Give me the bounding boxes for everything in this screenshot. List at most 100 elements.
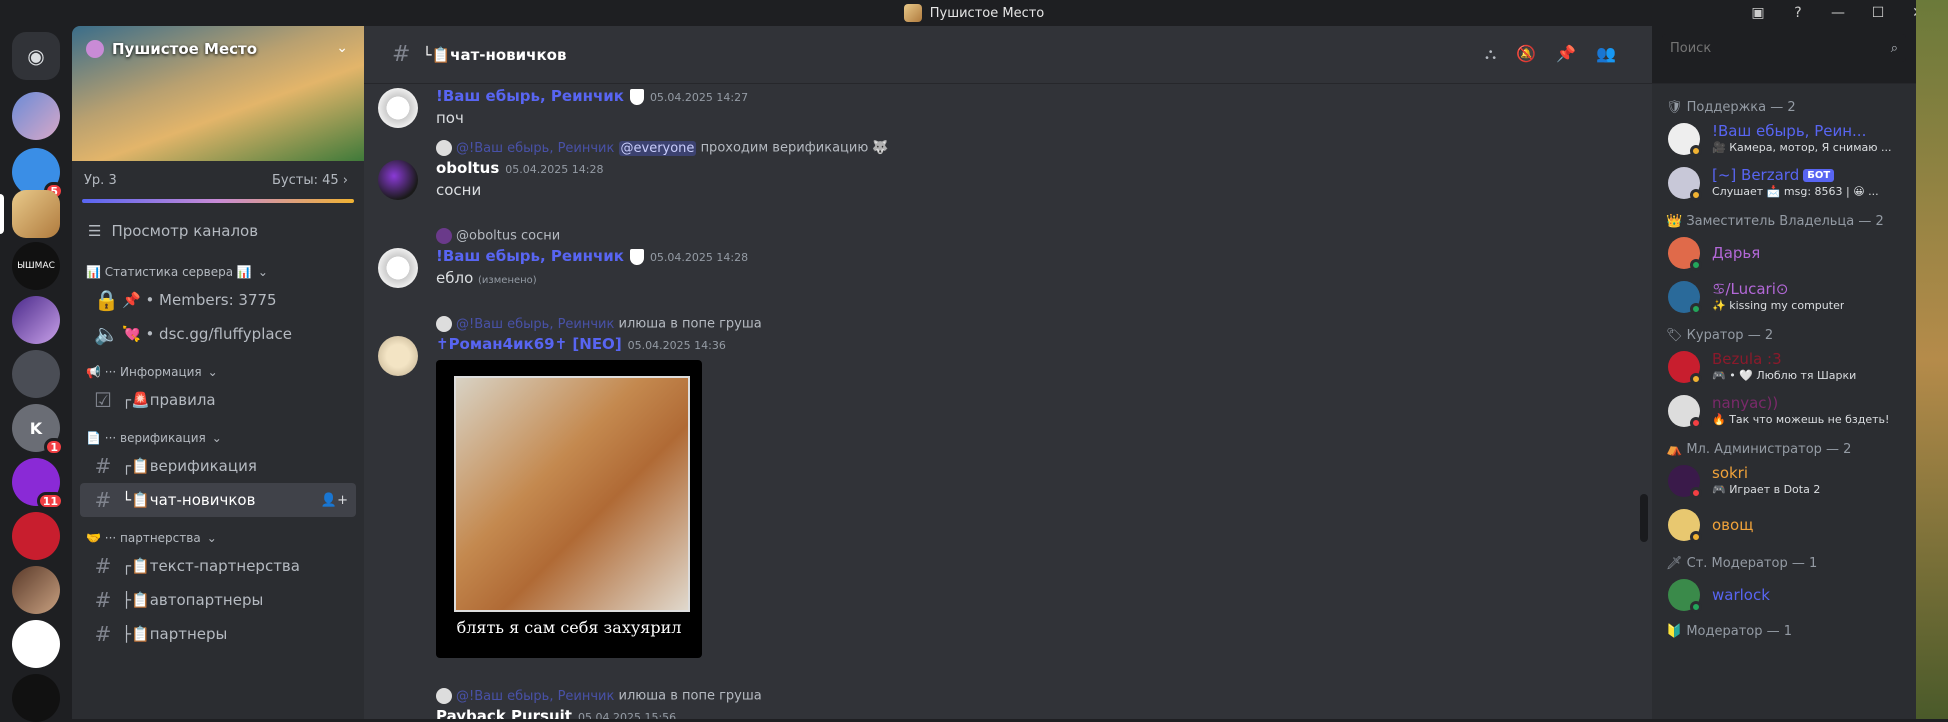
category-info[interactable]: 📢 ··· Информация ⌄: [72, 351, 364, 383]
header-toolbar: ⛬ 🔕 📌 👥: [1485, 44, 1616, 64]
server-list: ◉ 5 ЫШМАС K1 11: [0, 26, 72, 722]
server-banner[interactable]: Пушистое Место ⌄: [72, 26, 364, 161]
username[interactable]: oboltus: [436, 159, 499, 177]
guild-icon[interactable]: [12, 674, 60, 722]
status-indicator: [1690, 145, 1702, 157]
cat-image[interactable]: [454, 376, 690, 612]
server-icon: [903, 4, 922, 22]
member-group: 🗡 Ст. Модератор — 1: [1666, 556, 1818, 571]
category-verify[interactable]: 📄 ··· верификация ⌄: [72, 417, 364, 449]
reply-preview[interactable]: @!Ваш ебырь, Реинчик @everyone проходим …: [436, 140, 889, 156]
minimize-button[interactable]: —: [1818, 2, 1858, 24]
channel-partners[interactable]: # ├📋партнеры: [80, 617, 356, 651]
member-item[interactable]: Bezula :3 🎮 • 🤍 Люблю тя Шарки: [1662, 346, 1906, 388]
username[interactable]: !Ваш ебырь, Реинчик: [436, 87, 624, 105]
member-status: 🔥 Так что можешь не бздеть!: [1712, 413, 1890, 426]
search-bar-area: ⌕: [1652, 26, 1916, 84]
inbox-icon[interactable]: ▣: [1738, 2, 1778, 24]
member-item[interactable]: sokri 🎮 Играет в Dota 2: [1662, 460, 1906, 502]
browse-channels[interactable]: ☰ Просмотр каналов: [72, 211, 364, 251]
reply-preview[interactable]: @oboltus сосни: [436, 228, 560, 244]
pin-icon[interactable]: 📌: [1556, 44, 1576, 64]
notifications-icon[interactable]: 🔕: [1516, 44, 1536, 64]
member-item[interactable]: Дарья: [1662, 232, 1906, 274]
help-icon[interactable]: ?: [1778, 2, 1818, 24]
channel-invite[interactable]: 🔈 💘 • dsc.gg/fluffyplace: [80, 317, 356, 351]
speaker-icon: 🔈: [94, 322, 119, 346]
channel-title: └📋чат-новичков: [422, 45, 567, 64]
list-icon: ☰: [88, 222, 102, 240]
media-attachment[interactable]: блять я сам себя захуярил: [436, 360, 702, 658]
maximize-button[interactable]: ☐: [1858, 2, 1898, 24]
guild-icon[interactable]: [12, 566, 60, 614]
member-name: nanyac)): [1712, 394, 1779, 412]
status-indicator: [1690, 601, 1702, 613]
message-text: сосни: [436, 181, 482, 199]
avatar[interactable]: [378, 336, 418, 376]
search-field[interactable]: ⌕: [1662, 34, 1906, 62]
channel-partner-text[interactable]: # ┌📋текст-партнерства: [80, 549, 356, 583]
channel-rules[interactable]: ☑ ┌🚨правила: [80, 383, 356, 417]
channel-autopartners[interactable]: # ├📋автопартнеры: [80, 583, 356, 617]
username[interactable]: Payback Pursuit: [436, 707, 572, 719]
guild-icon[interactable]: [12, 190, 60, 238]
avatar[interactable]: [378, 160, 418, 200]
username[interactable]: !Ваш ебырь, Реинчик: [436, 247, 624, 265]
search-input[interactable]: [1670, 40, 1870, 56]
status-indicator: [1690, 531, 1702, 543]
avatar[interactable]: [378, 248, 418, 288]
scrollbar[interactable]: [1640, 494, 1648, 542]
member-item[interactable]: !Ваш ебырь, Реин... 🎥 Камера, мотор, Я сн…: [1662, 118, 1906, 160]
member-name: !Ваш ебырь, Реин...: [1712, 122, 1867, 140]
member-item[interactable]: warlock: [1662, 574, 1906, 616]
boost-progress[interactable]: Ур. 3 Бусты: 45 ›: [72, 161, 364, 211]
message-list: !Ваш ебырь, Реинчик 05.04.2025 14:27 поч …: [364, 84, 1652, 719]
search-icon: ⌕: [1890, 40, 1898, 56]
guild-icon[interactable]: [12, 512, 60, 560]
hash-icon: #: [94, 488, 112, 512]
member-list-icon[interactable]: 👥: [1596, 44, 1616, 64]
window-title: Пушистое Место: [929, 5, 1045, 21]
add-member-icon[interactable]: 👤+: [321, 493, 348, 508]
guild-icon[interactable]: [12, 92, 60, 140]
guild-icon[interactable]: 5: [12, 148, 64, 200]
member-item[interactable]: [~] Berzard БОТ Слушает 📩 msg: 8563 | 😀 ..…: [1662, 162, 1906, 204]
member-item[interactable]: овощ: [1662, 504, 1906, 546]
chevron-down-icon[interactable]: ⌄: [336, 40, 348, 56]
guild-icon[interactable]: 11: [12, 458, 64, 510]
username[interactable]: ✝Роман4ик69✝ [NEO]: [436, 335, 622, 353]
member-status: 🎮 Играет в Dota 2: [1712, 483, 1821, 496]
channel-newbie[interactable]: # └📋чат-новичков 👤+: [80, 483, 356, 517]
member-name: warlock: [1712, 586, 1770, 604]
chat-area: # └📋чат-новичков ⛬ 🔕 📌 👥 !Ваш ебырь, Реи…: [364, 26, 1652, 719]
member-name: sokri: [1712, 464, 1749, 482]
member-item[interactable]: nanyac)) 🔥 Так что можешь не бздеть!: [1662, 390, 1906, 432]
discord-home-icon[interactable]: ◉: [12, 32, 60, 80]
guild-icon[interactable]: K1: [12, 404, 64, 456]
guild-icon[interactable]: [12, 350, 60, 398]
member-status: 🎮 • 🤍 Люблю тя Шарки: [1712, 369, 1857, 382]
channel-members[interactable]: 🔒 📌 • Members: 3775: [80, 283, 356, 317]
member-group: ⛺ Мл. Администратор — 2: [1666, 442, 1852, 457]
channel-verification[interactable]: # ┌📋верификация: [80, 449, 356, 483]
avatar[interactable]: [378, 88, 418, 128]
reply-preview[interactable]: @!Ваш ебырь, Реинчик илюша в попе груша: [436, 688, 762, 704]
message-text: ебло (изменено): [436, 269, 537, 287]
unread-badge: 1: [44, 438, 64, 456]
member-item[interactable]: ♋/Lucari⊙ ✨ kissing my computer: [1662, 276, 1906, 318]
reply-preview[interactable]: @!Ваш ебырь, Реинчик илюша в попе груша: [436, 316, 762, 332]
guild-icon[interactable]: [12, 296, 60, 344]
guild-icon[interactable]: [12, 620, 60, 668]
category-partners[interactable]: 🤝 ··· партнерства ⌄: [72, 517, 364, 549]
title-bar: Пушистое Место ▣ ? — ☐ ✕: [0, 0, 1948, 26]
member-group: 🏷 Куратор — 2: [1666, 328, 1774, 343]
bot-badge: БОТ: [1803, 169, 1835, 182]
member-name: овощ: [1712, 516, 1754, 534]
mention[interactable]: @everyone: [618, 140, 697, 156]
category-stats[interactable]: 📊 Статистика сервера 📊 ⌄: [72, 251, 364, 283]
server-name[interactable]: Пушистое Место: [86, 40, 257, 58]
threads-icon[interactable]: ⛬: [1485, 44, 1496, 64]
timestamp: 05.04.2025 14:28: [649, 251, 749, 264]
member-name: ♋/Lucari⊙: [1712, 280, 1789, 298]
guild-icon[interactable]: ЫШМАС: [12, 242, 60, 290]
